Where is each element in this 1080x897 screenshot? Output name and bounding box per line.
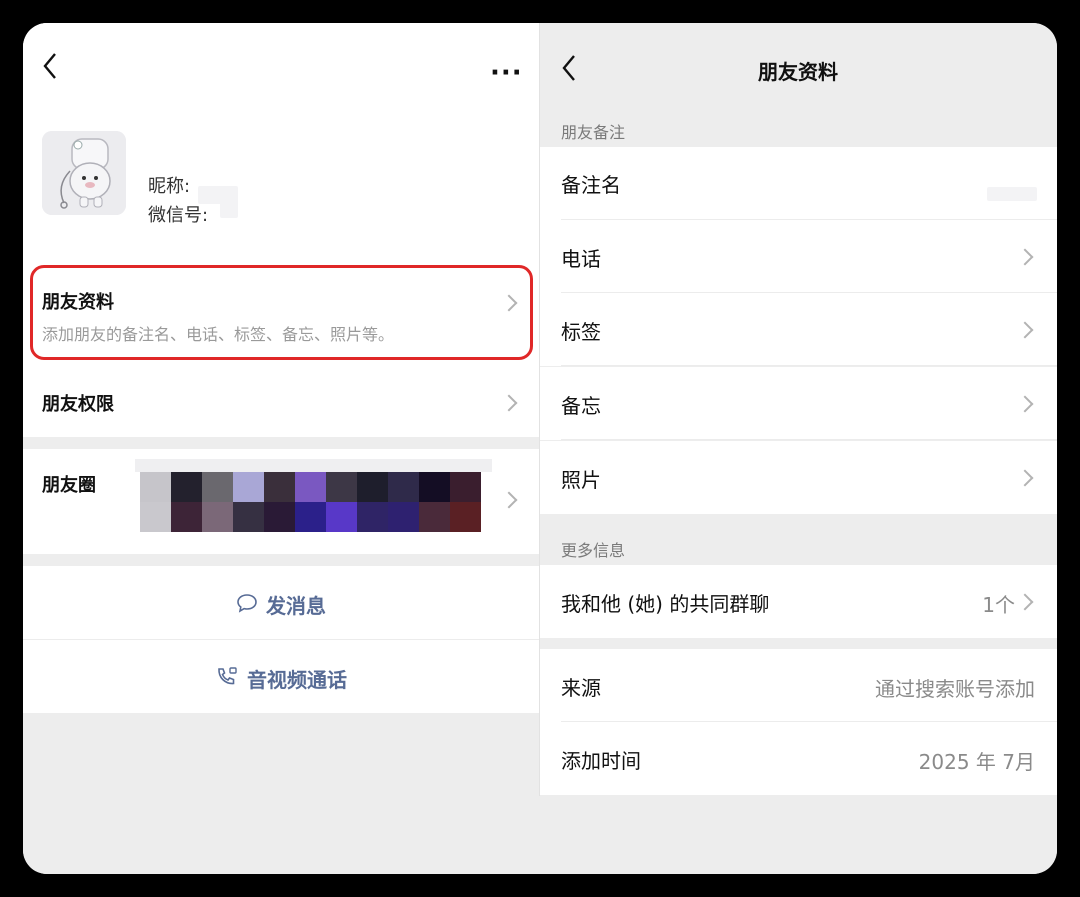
added-time-row: 添加时间 2025 年 7月: [539, 722, 1057, 795]
remark-name-label: 备注名: [561, 173, 621, 197]
moments-title: 朋友圈: [42, 475, 96, 496]
chevron-right-icon: [1016, 395, 1034, 413]
photos-row[interactable]: 照片: [539, 441, 1057, 514]
phone-row[interactable]: 电话: [539, 220, 1057, 293]
wechat-id-value-redacted: [220, 200, 238, 218]
section-header-remark: 朋友备注: [561, 123, 626, 142]
moments-preview-strip: [135, 459, 492, 472]
common-groups-count: 1个: [982, 593, 1015, 617]
nickname-label: 昵称:: [148, 176, 191, 197]
source-label: 来源: [561, 676, 601, 700]
tags-row[interactable]: 标签: [539, 293, 1057, 366]
remark-name-value-redacted: [987, 187, 1037, 201]
moments-preview-images[interactable]: [140, 472, 481, 532]
friend-permissions-row[interactable]: 朋友权限: [23, 366, 539, 437]
chevron-right-icon: [1016, 469, 1034, 487]
friend-profile-panel: 朋友资料 朋友备注 备注名 电话 标签 备忘 照片 更多信息 我和他 (她) 的…: [539, 23, 1057, 874]
avatar[interactable]: [42, 131, 126, 215]
chevron-right-icon: [500, 491, 518, 509]
chat-bubble-icon: [236, 593, 258, 618]
page-title: 朋友资料: [758, 60, 838, 84]
more-dots-icon[interactable]: ···: [490, 58, 523, 88]
send-message-button[interactable]: 发消息: [23, 566, 539, 639]
highlight-box: [30, 265, 533, 360]
chevron-right-icon: [500, 394, 518, 412]
back-chevron-icon[interactable]: [42, 52, 58, 86]
memo-row[interactable]: 备忘: [539, 367, 1057, 440]
common-groups-label: 我和他 (她) 的共同群聊: [561, 592, 770, 616]
phone-video-icon: [215, 666, 239, 693]
chevron-right-icon: [1016, 321, 1034, 339]
phone-label: 电话: [561, 247, 601, 271]
source-row: 来源 通过搜索账号添加: [539, 649, 1057, 722]
wechat-id-label: 微信号:: [148, 205, 209, 226]
photos-label: 照片: [561, 468, 601, 492]
friend-permissions-title: 朋友权限: [42, 394, 114, 415]
added-time-value: 2025 年 7月: [918, 750, 1035, 774]
chevron-right-icon: [1016, 248, 1034, 266]
app-frame: ··· 昵称: 微信号: 朋友资料 添加朋友的备注名、电话、标签、备忘、照片等。…: [23, 23, 1057, 874]
panel-divider: [539, 23, 540, 796]
source-value: 通过搜索账号添加: [875, 677, 1035, 701]
contact-card-panel: ··· 昵称: 微信号: 朋友资料 添加朋友的备注名、电话、标签、备忘、照片等。…: [23, 23, 539, 874]
tags-label: 标签: [561, 320, 601, 344]
common-groups-row[interactable]: 我和他 (她) 的共同群聊 1个: [539, 565, 1057, 638]
chevron-right-icon: [1016, 593, 1034, 611]
memo-label: 备忘: [561, 394, 601, 418]
remark-name-row[interactable]: 备注名: [539, 147, 1057, 220]
av-call-button[interactable]: 音视频通话: [23, 640, 539, 713]
send-message-label: 发消息: [266, 594, 326, 618]
section-header-more: 更多信息: [561, 541, 626, 560]
added-time-label: 添加时间: [561, 749, 641, 773]
av-call-label: 音视频通话: [247, 668, 347, 692]
